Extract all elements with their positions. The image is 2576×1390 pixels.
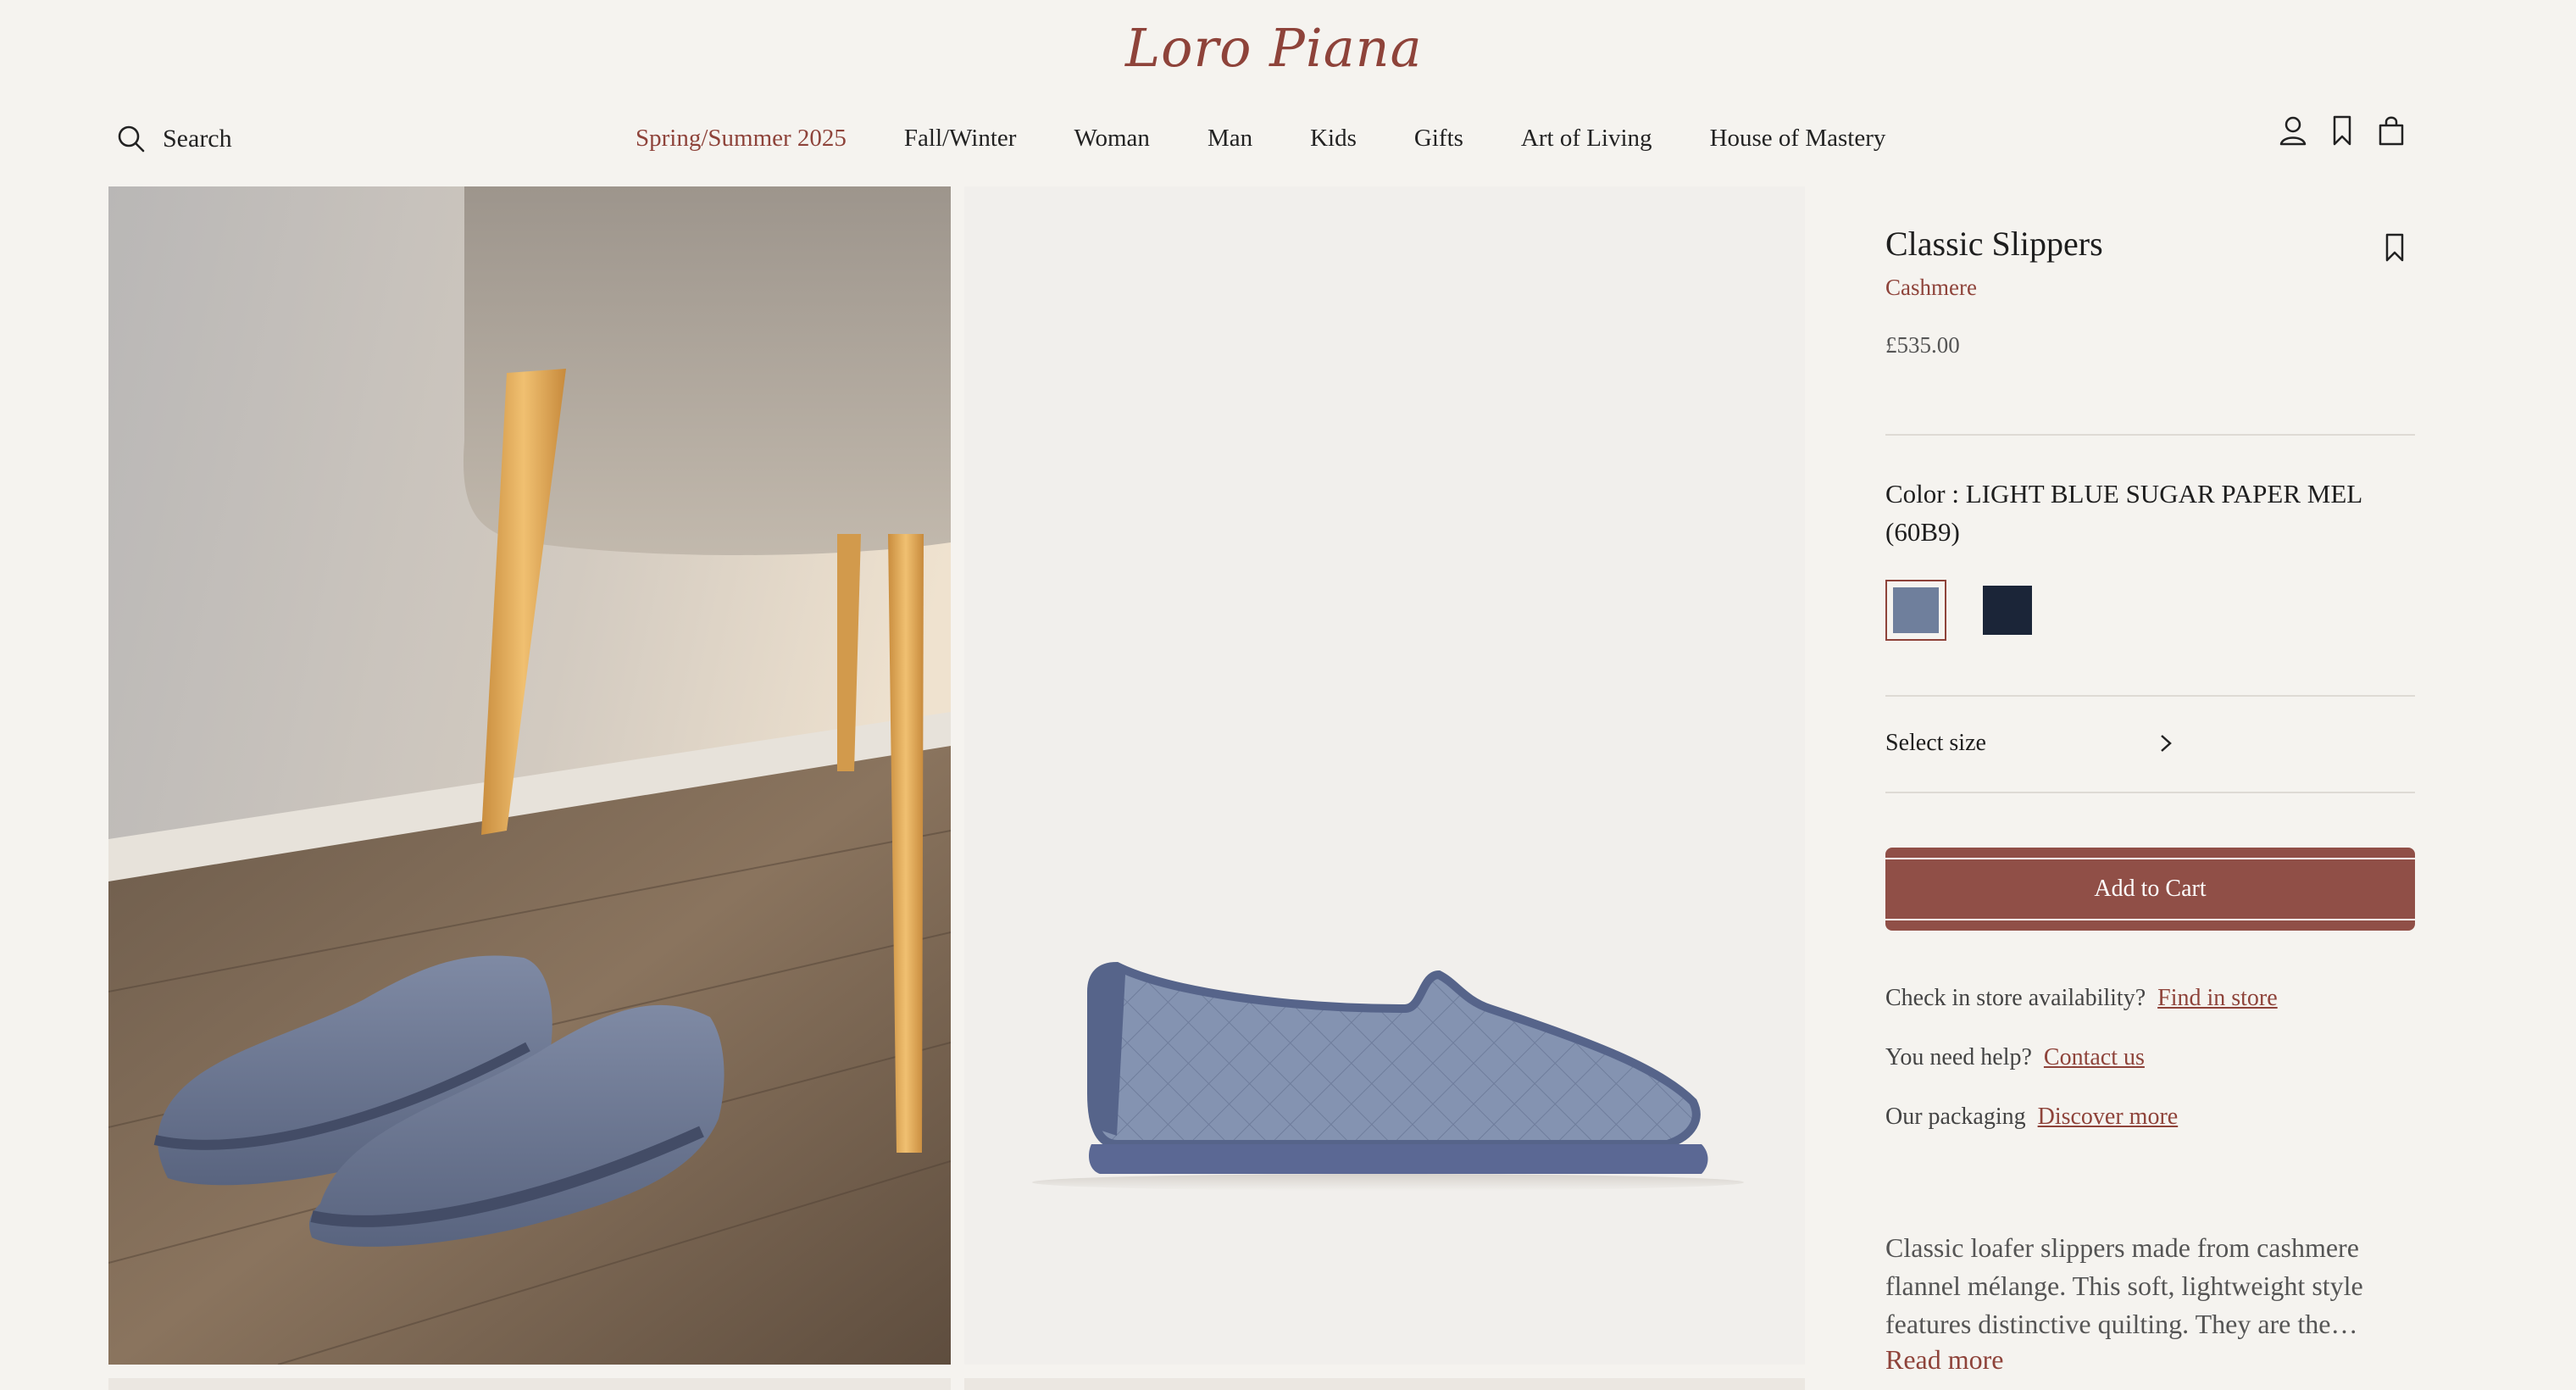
nav-item-art-of-living[interactable]: Art of Living [1521, 125, 1652, 153]
chevron-right-icon [2161, 735, 2172, 752]
nav-item-house-of-mastery[interactable]: House of Mastery [1710, 125, 1886, 153]
packaging-row: Our packaging Discover more [1885, 1104, 2178, 1131]
wishlist-button[interactable] [2327, 114, 2357, 147]
nav-item-woman[interactable]: Woman [1074, 125, 1149, 153]
shopping-bag-button[interactable] [2376, 114, 2407, 147]
search-label: Search [163, 125, 232, 153]
divider [1885, 792, 2415, 793]
select-size-label: Select size [1885, 730, 1986, 756]
main-nav: Spring/Summer 2025 Fall/Winter Woman Man… [636, 117, 1885, 159]
add-to-cart-button[interactable]: Add to Cart [1885, 848, 2415, 931]
swatch-fill [1983, 586, 2032, 635]
swatch-light-blue[interactable] [1885, 580, 1946, 641]
store-availability-row: Check in store availability? Find in stor… [1885, 985, 2278, 1012]
swatch-navy[interactable] [1977, 580, 2038, 641]
search-button[interactable]: Search [117, 119, 232, 159]
account-button[interactable] [2278, 114, 2308, 147]
color-label: Color : LIGHT BLUE SUGAR PAPER MEL (60B9… [1885, 479, 2362, 547]
nav-item-fall-winter[interactable]: Fall/Winter [904, 125, 1017, 153]
brand-logo[interactable]: Loro Piana [1117, 14, 1422, 81]
shopping-bag-icon [2379, 116, 2404, 146]
header-actions [2278, 114, 2407, 147]
product-illustration [1032, 961, 1744, 1191]
find-in-store-link[interactable]: Find in store [2157, 985, 2278, 1011]
wishlist-icon [2333, 115, 2351, 146]
help-row: You need help? Contact us [1885, 1044, 2145, 1071]
read-more-link[interactable]: Read more [1885, 1344, 2004, 1376]
product-material: Cashmere [1885, 275, 1977, 300]
brand-wordmark: Loro Piana [1125, 16, 1423, 79]
select-size-button[interactable]: Select size [1885, 695, 2415, 792]
search-icon [118, 125, 145, 153]
slippers-lifestyle-image[interactable] [108, 186, 951, 1365]
slipper-side-view-image[interactable] [964, 186, 1805, 1365]
nav-item-gifts[interactable]: Gifts [1414, 125, 1463, 153]
nav-item-spring-summer-2025[interactable]: Spring/Summer 2025 [636, 125, 847, 153]
account-icon [2279, 116, 2307, 146]
discover-more-link[interactable]: Discover more [2038, 1104, 2179, 1130]
product-title: Classic Slippers [1885, 225, 2103, 263]
bookmark-icon[interactable] [2381, 232, 2408, 263]
swatch-fill [1893, 587, 1939, 633]
divider [1885, 434, 2415, 436]
store-availability-text: Check in store availability? [1885, 985, 2146, 1011]
nav-item-kids[interactable]: Kids [1310, 125, 1357, 153]
product-description: Classic loafer slippers made from cashme… [1885, 1232, 2363, 1339]
help-text: You need help? [1885, 1044, 2032, 1070]
lifestyle-illustration [108, 186, 951, 1365]
gallery-thumb-strip-left [108, 1378, 951, 1390]
nav-item-man[interactable]: Man [1208, 125, 1252, 153]
packaging-text: Our packaging [1885, 1104, 2026, 1130]
contact-us-link[interactable]: Contact us [2044, 1044, 2145, 1070]
product-price: £535.00 [1885, 332, 1960, 358]
gallery-thumb-strip-right [964, 1378, 1805, 1390]
